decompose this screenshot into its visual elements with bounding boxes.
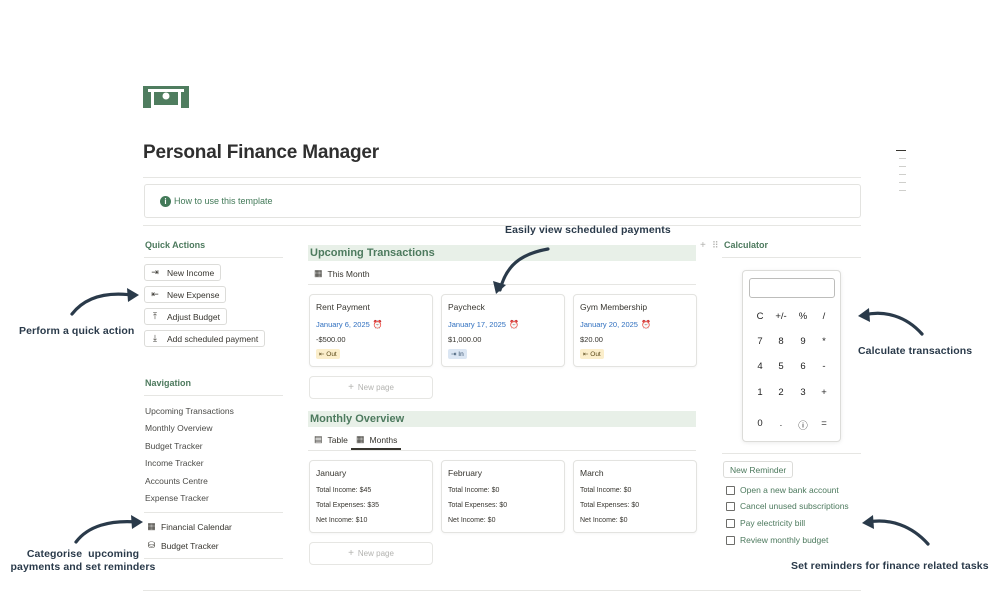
arrow-to-calendar-icon [74, 520, 139, 544]
arrow-to-upcoming-icon [498, 247, 550, 292]
arrow-to-quick-actions-icon [70, 292, 134, 316]
arrow-to-calculator-icon [862, 311, 924, 336]
annotation-arrows [70, 247, 930, 546]
arrow-to-reminders-icon [866, 519, 930, 546]
